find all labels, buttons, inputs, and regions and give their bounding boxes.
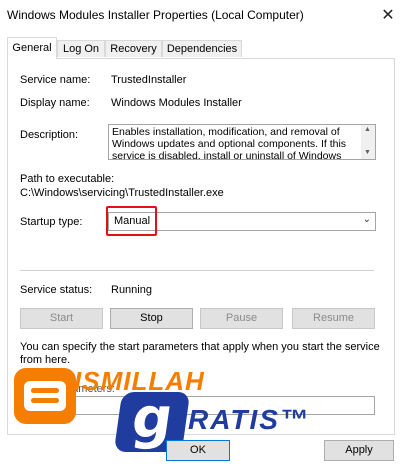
stop-button[interactable]: Stop <box>110 308 193 329</box>
apply-button[interactable]: Apply <box>324 440 394 461</box>
description-scrollbar[interactable]: ▲ ▼ <box>361 125 375 159</box>
display-name-value: Windows Modules Installer <box>111 97 242 109</box>
path-label: Path to executable: <box>20 173 115 185</box>
tab-general[interactable]: General <box>7 37 57 59</box>
service-name-value: TrustedInstaller <box>111 74 187 86</box>
info-text-line1: You can specify the start parameters tha… <box>20 341 380 353</box>
description-box[interactable]: Enables installation, modification, and … <box>108 124 376 160</box>
close-icon[interactable]: ✕ <box>374 3 402 29</box>
start-button[interactable]: Start <box>20 308 103 329</box>
window-title: Windows Modules Installer Properties (Lo… <box>7 8 304 22</box>
service-name-label: Service name: <box>20 74 91 86</box>
service-status-label: Service status: <box>20 284 93 296</box>
description-label: Description: <box>20 129 79 141</box>
display-name-label: Display name: <box>20 97 90 109</box>
description-text: Enables installation, modification, and … <box>112 126 347 160</box>
scroll-up-icon[interactable]: ▲ <box>364 126 371 133</box>
pause-button[interactable]: Pause <box>200 308 283 329</box>
startup-type-label: Startup type: <box>20 216 83 228</box>
tab-dependencies[interactable]: Dependencies <box>162 40 242 57</box>
watermark-line2: RATIS™ <box>188 404 310 435</box>
separator <box>20 270 374 271</box>
ok-button[interactable]: OK <box>166 440 230 461</box>
service-status-value: Running <box>111 284 152 296</box>
resume-button[interactable]: Resume <box>292 308 375 329</box>
tab-recovery[interactable]: Recovery <box>105 40 162 57</box>
highlight-box <box>106 206 157 236</box>
title-bar: Windows Modules Installer Properties (Lo… <box>0 0 402 31</box>
path-value: C:\Windows\servicing\TrustedInstaller.ex… <box>20 187 224 199</box>
tab-log-on[interactable]: Log On <box>57 40 105 57</box>
chevron-down-icon[interactable]: ⌄ <box>363 214 371 225</box>
blogger-logo <box>14 368 76 424</box>
info-text-line2: from here. <box>20 354 71 366</box>
scroll-down-icon[interactable]: ▼ <box>364 149 371 156</box>
